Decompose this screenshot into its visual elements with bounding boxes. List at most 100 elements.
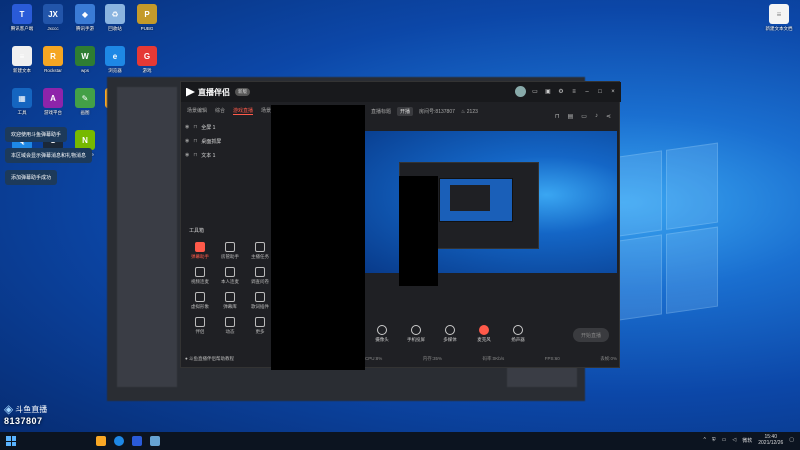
desktop-icon-label: 游戏平台 xyxy=(44,110,62,115)
bell-icon[interactable]: ♪ xyxy=(595,113,598,120)
version-badge[interactable]: 新版 xyxy=(235,88,250,96)
desktop-icon-label: 腾讯手游 xyxy=(76,26,94,31)
lock-icon[interactable]: ⊓ xyxy=(555,113,560,120)
phone-cast-button[interactable]: 手机投屏 xyxy=(405,325,427,343)
tool-button[interactable]: 伴侣 xyxy=(185,317,215,335)
list-item[interactable]: ◉ ⊓ 全屏 1 xyxy=(185,120,273,134)
desktop-icon[interactable]: JX Jxccc xyxy=(36,4,70,31)
clock[interactable]: 15:40 2021/12/26 xyxy=(758,434,783,446)
browser-icon: e xyxy=(105,46,125,66)
desktop-icon[interactable]: ✎ 画图 xyxy=(68,88,102,115)
lock-icon[interactable]: ⊓ xyxy=(193,124,197,130)
media-button[interactable]: 多媒体 xyxy=(439,325,461,343)
tab-game-live[interactable]: 游戏直播 xyxy=(233,107,254,115)
tool-label: 虚拟形象 xyxy=(191,304,209,309)
tool-label: 弹幕助手 xyxy=(191,254,209,259)
tool-label: 本人连麦 xyxy=(221,279,239,284)
desktop-icon[interactable]: Wwps xyxy=(68,46,102,73)
tool-label: 弹幕库 xyxy=(223,304,237,309)
copy-icon[interactable]: ▭ xyxy=(581,113,587,120)
chevron-up-icon[interactable]: ^ xyxy=(704,437,706,443)
desktop-icon[interactable]: e 浏览器 xyxy=(98,46,132,73)
scene-tabs: 场景编辑 综合 游戏直播 场景1 xyxy=(187,107,274,115)
title-bar: 直播伴侣 新版 ▭ ▣ ⚙ ≡ – □ × xyxy=(181,82,621,102)
share-icon[interactable]: ⋖ xyxy=(606,113,611,120)
eye-icon[interactable]: ◉ xyxy=(185,152,189,158)
desktop-icon[interactable]: A 游戏平台 xyxy=(36,88,70,115)
go-live-button[interactable]: 开始直播 xyxy=(573,328,609,342)
desktop-icon[interactable]: R Rockstar xyxy=(36,46,70,73)
volume-icon[interactable]: ◁ xyxy=(732,437,736,443)
tool-icon xyxy=(195,317,205,327)
tab-scene-edit[interactable]: 场景编辑 xyxy=(187,107,207,115)
gift-icon[interactable]: ▣ xyxy=(544,88,552,96)
start-badge[interactable]: 开播 xyxy=(397,107,414,116)
microphone-button[interactable]: 麦克风 xyxy=(473,325,495,343)
desktop-icon[interactable]: P PUBG xyxy=(130,4,164,31)
message-icon[interactable]: ▭ xyxy=(531,88,539,96)
avatar[interactable] xyxy=(515,86,526,97)
tool-icon xyxy=(225,242,235,252)
eye-icon[interactable]: ◉ xyxy=(185,124,189,130)
desktop-icon[interactable]: G 游戏 xyxy=(130,46,164,73)
media-icon xyxy=(445,325,455,335)
app-taskbar-icon[interactable] xyxy=(132,436,142,446)
play-logo-icon xyxy=(186,87,195,97)
notification-icon[interactable]: ▢ xyxy=(789,437,794,443)
list-item[interactable]: ◉ ⊓ 文本 1 xyxy=(185,148,273,162)
tool-button[interactable]: 本人连麦 xyxy=(215,267,245,285)
steam-taskbar-icon[interactable] xyxy=(150,436,160,446)
file-explorer-icon[interactable] xyxy=(96,436,106,446)
tool-button[interactable]: 弹幕助手 xyxy=(185,242,215,260)
layout-icon[interactable]: ▤ xyxy=(568,113,574,120)
tool-icon xyxy=(225,267,235,277)
maximize-icon[interactable]: □ xyxy=(596,88,604,96)
notice-welcome: 欢迎使用斗鱼弹幕助手 xyxy=(5,127,68,142)
speaker-button[interactable]: 扬声器 xyxy=(507,325,529,343)
desktop-icon[interactable]: ▦ 工具 xyxy=(5,88,39,115)
tool-icon xyxy=(225,292,235,302)
desktop-file-icon[interactable]: ≡ 新建文本文档 xyxy=(762,4,796,31)
preview-header: 直播标题 开播 房间号:8137807 ♨ 2123 xyxy=(371,107,478,116)
desktop-icon-label: 工具 xyxy=(17,110,27,115)
tool-button[interactable]: 视频连麦 xyxy=(185,267,215,285)
tool-button[interactable]: 房管助手 xyxy=(215,242,245,260)
help-link[interactable]: ● 斗鱼直播伴侣帮助教程 xyxy=(185,356,234,362)
tool-button[interactable]: 弹幕库 xyxy=(215,292,245,310)
tool-icon xyxy=(195,292,205,302)
network-icon[interactable]: ▭ xyxy=(722,437,727,443)
shield-icon[interactable]: ⛨ xyxy=(712,437,716,443)
tool-label: 房管助手 xyxy=(221,254,239,259)
tool-label: 歌词插件 xyxy=(251,304,269,309)
menu-icon[interactable]: ≡ xyxy=(570,88,578,96)
tool-button[interactable]: 动态 xyxy=(215,317,245,335)
desktop-icon[interactable]: ♻ 回收站 xyxy=(98,4,132,31)
desktop-icon[interactable]: T 腾讯客户端 xyxy=(5,4,39,31)
desktop-icon[interactable]: ≡ 新建文本 xyxy=(5,46,39,73)
close-icon[interactable]: × xyxy=(609,88,617,96)
status-bar: CPU:8% 内存:35% 码率:0Kb/s FPS:60 丢帧:0% xyxy=(365,356,617,361)
camera-button[interactable]: 摄像头 xyxy=(371,325,393,343)
tool-label: 主播任务 xyxy=(251,254,269,259)
lock-icon[interactable]: ⊓ xyxy=(193,138,197,144)
browser-icon[interactable] xyxy=(114,436,124,446)
windows-start-icon[interactable] xyxy=(4,434,18,448)
eye-icon[interactable]: ◉ xyxy=(185,138,189,144)
app2-icon: W xyxy=(75,46,95,66)
tool-button[interactable]: 虚拟形象 xyxy=(185,292,215,310)
list-item[interactable]: ◉ ⊓ 桌面抓屏 xyxy=(185,134,273,148)
minimize-icon[interactable]: – xyxy=(583,88,591,96)
nested-preview-innermost xyxy=(450,185,490,211)
rockstar-icon: R xyxy=(43,46,63,66)
redacted-region xyxy=(399,176,438,286)
desktop-icon[interactable]: ◆ 腾讯手游 xyxy=(68,4,102,31)
tool-icon xyxy=(255,242,265,252)
settings-icon[interactable]: ⚙ xyxy=(557,88,565,96)
ime-indicator[interactable]: 微软 xyxy=(742,437,752,444)
tool-icon xyxy=(255,317,265,327)
tool-label: 动态 xyxy=(225,329,235,334)
fans-count: ♨ 2123 xyxy=(460,108,478,115)
lock-icon[interactable]: ⊓ xyxy=(193,152,197,158)
windows-logo-wallpaper xyxy=(610,142,720,327)
tab-general[interactable]: 综合 xyxy=(215,107,225,115)
